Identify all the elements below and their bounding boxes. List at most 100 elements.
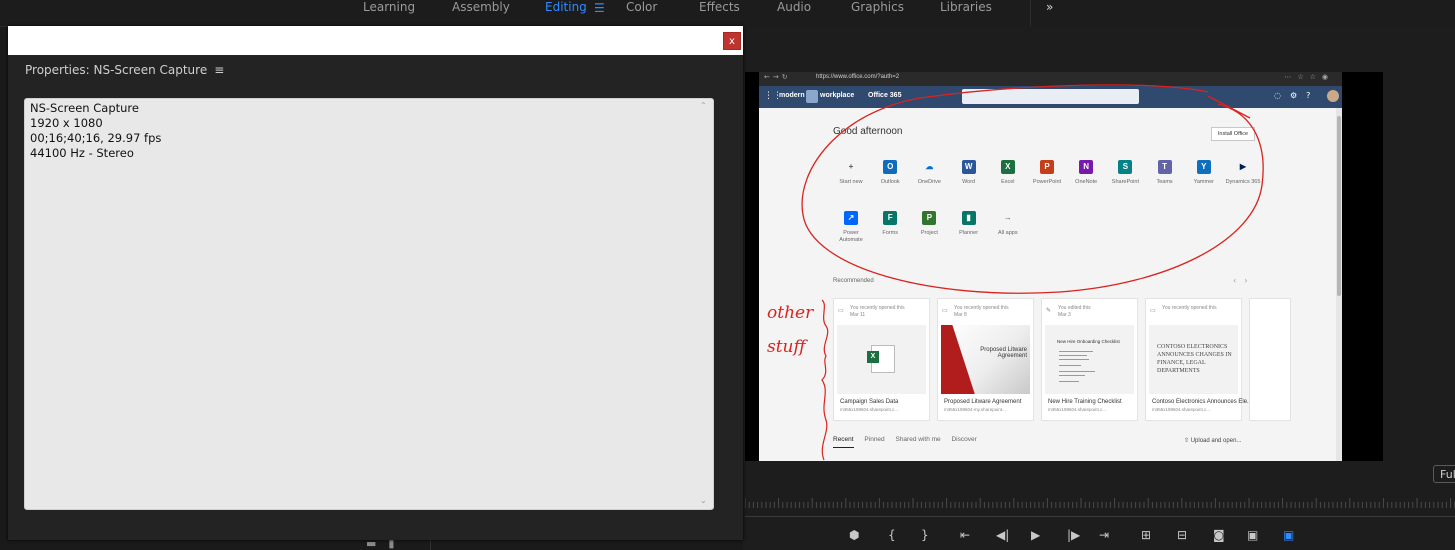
doc-line	[1059, 381, 1079, 382]
tab-learning[interactable]: Learning	[363, 0, 415, 26]
office-header-icons: ◌⚙?	[1274, 91, 1320, 100]
tab-color[interactable]: Color	[626, 0, 657, 26]
card-name: Campaign Sales Data	[840, 399, 899, 405]
app-icon: ↗	[844, 211, 858, 225]
scroll-up-icon[interactable]: ⌃	[700, 101, 707, 110]
office-header: ⋮⋮ modern workplace Office 365 ◌⚙?	[759, 86, 1342, 108]
app-tile: P PowerPoint	[1027, 160, 1067, 186]
app-icon: ▮	[961, 211, 976, 225]
app-label: Planner	[959, 230, 979, 236]
app-icon: W	[961, 160, 976, 174]
app-tile: → All apps	[988, 211, 1028, 237]
tab-audio[interactable]: Audio	[777, 0, 811, 26]
mark-out-icon[interactable]: }	[921, 528, 929, 542]
app-label: Excel	[1001, 179, 1015, 185]
app-icon: T	[1157, 160, 1172, 174]
app-tile: S SharePoint	[1105, 160, 1145, 186]
lift-icon[interactable]: ⊞	[1141, 528, 1151, 542]
tab-effects[interactable]: Effects	[699, 0, 740, 26]
tab-graphics[interactable]: Graphics	[851, 0, 904, 26]
proxy-toggle-icon[interactable]: ▣	[1283, 528, 1294, 542]
mark-in-icon[interactable]: {	[888, 528, 896, 542]
page-scrollbar-thumb	[1337, 116, 1341, 296]
go-to-out-icon[interactable]: ⇥	[1099, 528, 1109, 542]
comparison-view-icon[interactable]: ▣	[1247, 528, 1258, 542]
app-tile: P Project	[909, 211, 949, 237]
editing-menu-icon[interactable]: ☰	[594, 1, 605, 15]
card-thumbnail: New Hire Onboarding Checklist	[1045, 325, 1134, 394]
card-name: New Hire Training Checklist	[1048, 399, 1122, 405]
prop-duration: 00;16;40;16, 29.97 fps	[30, 131, 162, 145]
recommended-card: ▭ You recently opened this Mar 11 X Campa…	[833, 298, 930, 421]
fit-dropdown[interactable]: Ful	[1433, 465, 1455, 483]
app-label: All apps	[998, 230, 1018, 236]
play-icon[interactable]: ▶	[1031, 528, 1040, 542]
app-label: OneDrive	[917, 179, 941, 185]
card-thumbnail: CONTOSO ELECTRONICS ANNOUNCES CHANGES IN…	[1149, 325, 1238, 394]
recommended-card: ▭ You recently opened this CONTOSO ELECT…	[1145, 298, 1252, 421]
transport-controls: ⬢ { } ⇤ ◀| ▶ |▶ ⇥ ⊞ ⊟ ◙ ▣ ▣	[845, 528, 1455, 548]
step-back-icon[interactable]: ◀|	[996, 528, 1009, 542]
upload-icon: ⇧	[1184, 438, 1191, 444]
dialog-titlebar[interactable]: x	[8, 26, 743, 55]
excel-badge-icon: X	[867, 351, 879, 363]
app-icon: O	[883, 160, 898, 174]
brand-right: workplace	[820, 92, 855, 99]
doc-line	[1059, 355, 1087, 356]
app-tile: ▶ Dynamics 365	[1223, 160, 1263, 186]
ppt-slide-preview: Proposed Litware Agreement	[941, 325, 1030, 394]
folder-icon: ▭	[838, 308, 844, 314]
tab-libraries[interactable]: Libraries	[940, 0, 992, 26]
app-label: Outlook	[880, 179, 900, 185]
tab-assembly[interactable]: Assembly	[452, 0, 510, 26]
doc-line	[1059, 359, 1089, 360]
card-thumbnail: X	[837, 325, 926, 394]
more-workspaces-icon[interactable]: »	[1046, 0, 1053, 14]
extract-icon[interactable]: ⊟	[1177, 528, 1187, 542]
file-tabs: Recent Pinned Shared with me Discover	[833, 436, 986, 448]
close-button[interactable]: x	[723, 32, 741, 50]
tab-pinned: Pinned	[864, 436, 885, 443]
app-label: Forms	[882, 230, 898, 236]
doc-line	[1059, 365, 1081, 366]
card-date: Mar 8	[954, 312, 967, 318]
properties-panel-header: Properties: NS-Screen Capture ≡	[25, 63, 224, 77]
export-frame-icon[interactable]: ◙	[1213, 528, 1225, 542]
scroll-down-icon[interactable]: ⌄	[700, 496, 707, 505]
tab-shared: Shared with me	[895, 436, 941, 443]
contoso-headline: CONTOSO ELECTRONICS ANNOUNCES CHANGES IN…	[1157, 344, 1232, 374]
browser-url: https://www.office.com/?auth=2	[816, 74, 900, 80]
slide-ribbon	[941, 325, 982, 394]
app-label: SharePoint	[1111, 179, 1139, 185]
properties-scrollbar[interactable]: ⌃ ⌄	[699, 101, 711, 505]
app-icon: X	[1000, 160, 1015, 174]
prop-resolution: 1920 x 1080	[30, 116, 103, 130]
go-to-in-icon[interactable]: ⇤	[960, 528, 970, 542]
panel-menu-icon[interactable]: ≡	[214, 63, 224, 77]
ruler-baseline	[745, 516, 1455, 517]
app-icon: N	[1079, 160, 1094, 174]
properties-text-area[interactable]: NS-Screen Capture 1920 x 1080 00;16;40;1…	[24, 98, 714, 510]
folder-icon: ▭	[1150, 308, 1156, 314]
add-marker-icon[interactable]: ⬢	[849, 528, 859, 542]
install-office-button: Install Office	[1211, 127, 1255, 141]
app-tile: Y Yammer	[1184, 160, 1224, 186]
app-tile: ↗ Power Automate	[831, 211, 871, 244]
recommended-heading: Recommended	[833, 278, 874, 284]
pencil-icon: ✎	[1046, 308, 1052, 314]
app-label: Power Automate	[839, 230, 863, 243]
card-thumbnail: Proposed Litware Agreement	[941, 325, 1030, 394]
app-icon: P	[922, 211, 937, 225]
step-forward-icon[interactable]: |▶	[1067, 528, 1080, 542]
timeline-ruler[interactable]	[745, 492, 1455, 517]
tab-editing[interactable]: Editing	[545, 0, 587, 26]
card-path: m365x189604.sharepoint.c...	[840, 407, 899, 412]
greeting: Good afternoon	[833, 126, 903, 137]
card-date: Mar 11	[850, 312, 866, 318]
recommended-card: ✎ You edited this Mar 3 New Hire Onboardi…	[1041, 298, 1138, 421]
panel-divider	[430, 540, 431, 550]
prop-name: NS-Screen Capture	[30, 101, 139, 115]
card-path: m365x189604.sharepoint.c...	[1152, 407, 1211, 412]
doc-title: New Hire Onboarding Checklist	[1057, 339, 1120, 344]
app-label: Dynamics 365	[1225, 179, 1261, 185]
